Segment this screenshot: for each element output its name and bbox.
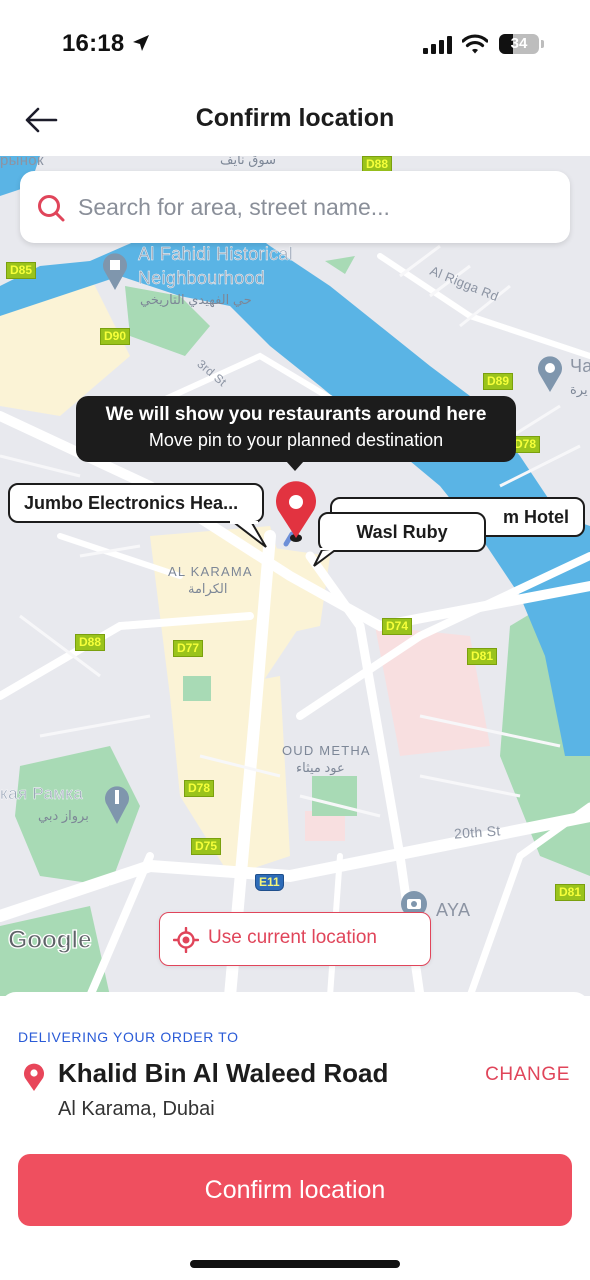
road-shield: D75 bbox=[191, 838, 222, 855]
status-time: 16:18 bbox=[62, 30, 125, 57]
map-label: عود ميثاء bbox=[296, 760, 345, 775]
map-view[interactable]: рынок سوق نايف Al Fahidi Historical Neig… bbox=[0, 156, 590, 996]
road-shield: D74 bbox=[382, 618, 413, 635]
map-tiles bbox=[0, 156, 590, 996]
nearby-place-bubble[interactable]: Jumbo Electronics Hea... bbox=[8, 483, 264, 523]
cellular-signal-icon bbox=[423, 36, 452, 54]
map-label: حي الفهيدي التاريخي bbox=[140, 292, 252, 307]
nearby-place-bubble[interactable]: Wasl Ruby bbox=[318, 512, 486, 552]
nearby-place-label: Jumbo Electronics Hea... bbox=[24, 493, 239, 513]
map-label: سوق نايف bbox=[220, 156, 276, 167]
map-label: Neighbourhood bbox=[138, 268, 265, 288]
address-title: Khalid Bin Al Waleed Road bbox=[58, 1058, 389, 1088]
battery-percent: 34 bbox=[510, 35, 528, 52]
nearby-place-label: m Hotel bbox=[502, 507, 569, 527]
place-pin-icon bbox=[538, 356, 562, 392]
map-label: يرة bbox=[570, 382, 588, 397]
tooltip-line-1: We will show you restaurants around here bbox=[105, 404, 487, 425]
delivery-sheet: DELIVERING YOUR ORDER TO Khalid Bin Al W… bbox=[0, 992, 590, 1280]
delivering-label: DELIVERING YOUR ORDER TO bbox=[18, 1029, 239, 1045]
nearby-place-label: Wasl Ruby bbox=[356, 522, 448, 542]
road-shield: D88 bbox=[75, 634, 106, 651]
battery-icon: 34 bbox=[499, 34, 539, 54]
tooltip-line-2: Move pin to your planned destination bbox=[148, 430, 444, 450]
home-indicator[interactable] bbox=[190, 1260, 400, 1268]
wifi-icon bbox=[462, 34, 488, 54]
search-box[interactable] bbox=[20, 171, 570, 243]
road-shield: D77 bbox=[173, 640, 204, 657]
search-icon bbox=[38, 195, 65, 222]
map-label: برواز دبي bbox=[38, 808, 89, 823]
use-current-location-button[interactable]: Use current location bbox=[159, 912, 431, 966]
header: Confirm location bbox=[0, 88, 590, 156]
location-pin-icon[interactable] bbox=[272, 478, 320, 550]
map-label: OUD METHA bbox=[282, 743, 371, 758]
battery-tip bbox=[541, 40, 544, 48]
page-title: Confirm location bbox=[195, 104, 395, 132]
road-shield: D89 bbox=[483, 373, 514, 390]
address-pin-icon bbox=[24, 1063, 44, 1091]
confirm-location-button[interactable]: Confirm location bbox=[18, 1154, 572, 1226]
bubble-tail bbox=[313, 548, 340, 567]
location-arrow-icon bbox=[133, 35, 149, 51]
change-address-button[interactable]: CHANGE bbox=[485, 1064, 570, 1086]
road-shield: D85 bbox=[6, 262, 37, 279]
tooltip-arrow bbox=[286, 461, 304, 471]
road-shield: D81 bbox=[555, 884, 586, 901]
road-shield: E11 bbox=[255, 874, 284, 891]
pin-tooltip: We will show you restaurants around here… bbox=[76, 396, 516, 462]
status-bar: 16:18 34 bbox=[0, 0, 590, 88]
road-shield: D81 bbox=[467, 648, 498, 665]
landmark-pin-icon bbox=[105, 786, 129, 824]
map-label: 20th St bbox=[453, 822, 501, 842]
road-shield: D78 bbox=[184, 780, 215, 797]
road-shield: D90 bbox=[100, 328, 131, 345]
map-label: AL KARAMA bbox=[168, 564, 253, 579]
bubble-tail bbox=[230, 521, 267, 548]
address-subtitle: Al Karama, Dubai bbox=[58, 1098, 215, 1120]
search-input[interactable] bbox=[78, 171, 548, 243]
map-label: AYA bbox=[436, 900, 471, 920]
map-label: الكرامة bbox=[188, 581, 228, 596]
map-label: Ча bbox=[570, 356, 590, 376]
map-label: рынок bbox=[0, 156, 44, 169]
crosshair-icon bbox=[173, 927, 199, 953]
map-label: кая Рамка bbox=[0, 784, 84, 803]
map-label: Al Fahidi Historical bbox=[138, 244, 294, 264]
use-current-location-label: Use current location bbox=[208, 927, 377, 948]
landmark-pin-icon bbox=[103, 253, 127, 290]
google-attribution: Google bbox=[7, 925, 92, 954]
